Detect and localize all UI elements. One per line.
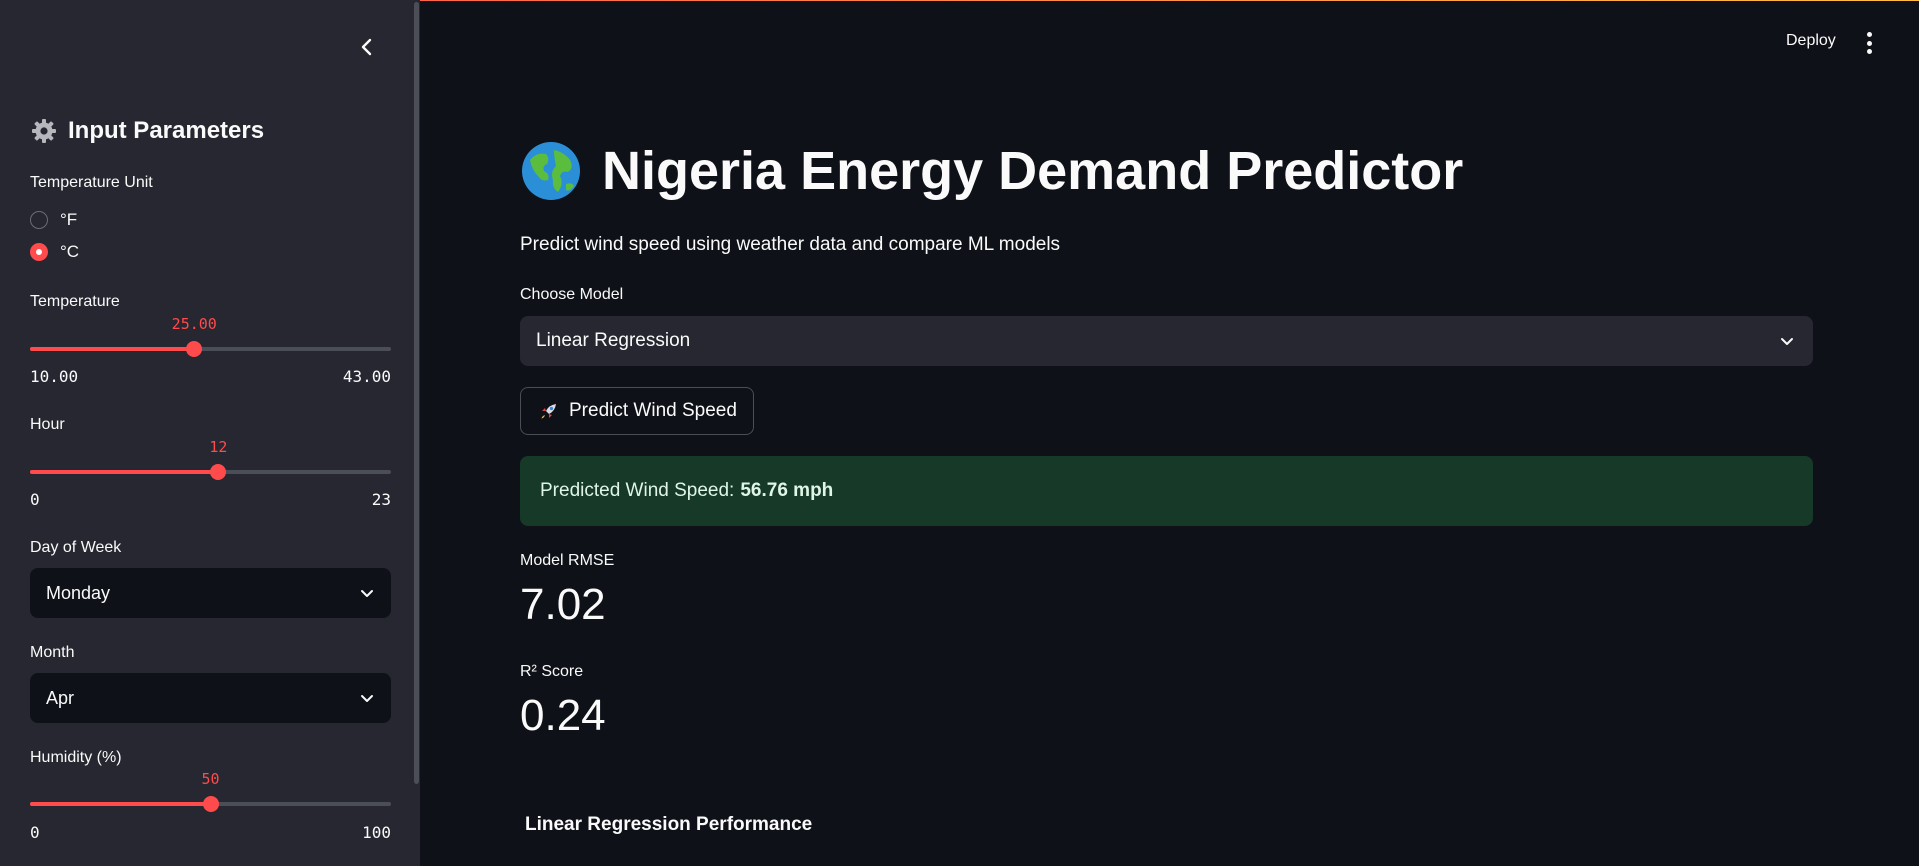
temperature-label: Temperature [30, 293, 120, 310]
collapse-sidebar-icon[interactable] [356, 34, 378, 60]
hour-min: 0 [30, 490, 40, 509]
globe-icon [522, 142, 580, 200]
radio-fahrenheit[interactable]: °F [30, 210, 77, 230]
radio-celsius[interactable]: °C [30, 242, 79, 262]
metric-rmse-label: Model RMSE [520, 552, 615, 569]
sidebar-title: Input Parameters [30, 117, 264, 145]
performance-heading: Linear Regression Performance [525, 814, 813, 835]
humidity-min: 0 [30, 823, 40, 842]
month-select[interactable]: Apr [30, 673, 391, 723]
slider-fill [30, 802, 211, 806]
metric-rmse-value: 7.02 [520, 580, 606, 629]
radio-celsius-label: °C [60, 242, 80, 261]
radio-circle-selected[interactable] [30, 243, 48, 261]
model-select[interactable]: Linear Regression [520, 316, 1813, 366]
hour-max: 23 [371, 490, 391, 509]
month-value: Apr [46, 687, 75, 708]
slider-thumb[interactable] [186, 341, 203, 357]
temperature-slider[interactable]: 25.00 [30, 315, 391, 357]
slider-value: 12 [209, 438, 228, 456]
slider-thumb[interactable] [202, 796, 219, 812]
chevron-down-icon [361, 695, 373, 702]
slider-value: 25.00 [171, 315, 217, 333]
day-of-week-select[interactable]: Monday [30, 568, 391, 618]
metric-r2-label: R² Score [520, 663, 584, 680]
slider-fill [30, 470, 219, 474]
temperature-min: 10.00 [30, 367, 79, 386]
hour-slider[interactable]: 12 [30, 438, 391, 480]
prediction-value: 56.76 mph [740, 480, 834, 501]
month-label: Month [30, 644, 75, 661]
main-menu-icon[interactable] [1866, 32, 1872, 54]
predict-wind-speed-button[interactable]: Predict Wind Speed [520, 387, 754, 435]
deploy-button[interactable]: Deploy [1786, 32, 1836, 50]
page-subtitle: Predict wind speed using weather data an… [520, 234, 1061, 255]
slider-fill [30, 347, 195, 351]
temperature-max: 43.00 [342, 367, 391, 386]
day-of-week-value: Monday [46, 582, 111, 603]
radio-fahrenheit-label: °F [60, 210, 78, 229]
hour-label: Hour [30, 416, 65, 433]
humidity-slider[interactable]: 50 [30, 770, 391, 812]
sidebar-title-text: Input Parameters [68, 117, 265, 144]
prediction-alert: Predicted Wind Speed: 56.76 mph [520, 456, 1813, 526]
sidebar-scrollbar[interactable] [414, 2, 419, 784]
slider-value: 50 [201, 770, 220, 788]
gear-icon [32, 119, 56, 143]
chevron-down-icon [361, 590, 373, 597]
rocket-icon [541, 404, 556, 419]
page-title: Nigeria Energy Demand Predictor [520, 140, 1463, 202]
humidity-max: 100 [362, 823, 391, 842]
prediction-label: Predicted Wind Speed: [540, 480, 735, 501]
slider-thumb[interactable] [210, 464, 227, 480]
humidity-label: Humidity (%) [30, 749, 122, 766]
chevron-down-icon [1781, 338, 1793, 345]
page-title-text: Nigeria Energy Demand Predictor [602, 141, 1464, 201]
sidebar: Input Parameters Temperature Unit °F °C … [0, 0, 420, 866]
choose-model-label: Choose Model [520, 286, 624, 303]
radio-circle[interactable] [30, 211, 48, 229]
model-select-value: Linear Regression [536, 330, 691, 351]
temperature-unit-label: Temperature Unit [30, 174, 153, 191]
metric-r2-value: 0.24 [520, 691, 606, 740]
day-of-week-label: Day of Week [30, 539, 122, 556]
predict-button-label: Predict Wind Speed [569, 400, 737, 421]
